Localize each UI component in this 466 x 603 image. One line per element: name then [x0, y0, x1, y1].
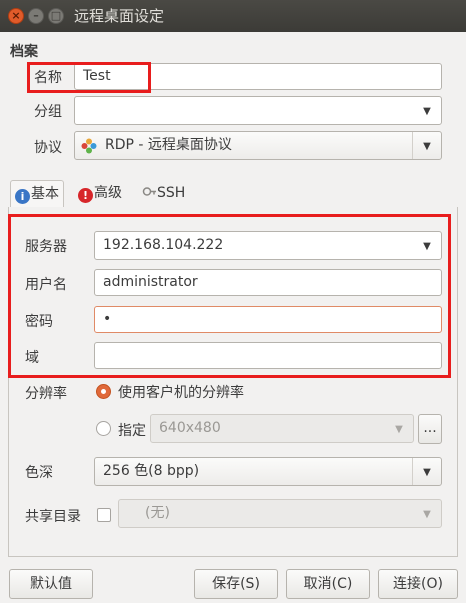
minimize-icon: – [33, 9, 39, 22]
chevron-down-icon: ▼ [412, 458, 441, 485]
basic-fields-highlight-box [8, 214, 451, 378]
save-button[interactable]: 保存(S) [194, 569, 278, 599]
info-icon: i [15, 189, 30, 204]
group-combo[interactable]: ▼ [74, 96, 442, 125]
connect-button[interactable]: 连接(O) [378, 569, 458, 599]
resolution-client-label: 使用客户机的分辨率 [118, 385, 244, 401]
color-depth-value: 256 色(8 bpp) [103, 463, 200, 479]
ssh-key-icon [142, 187, 156, 196]
default-button[interactable]: 默认值 [9, 569, 93, 599]
maximize-icon: □ [50, 9, 62, 22]
protocol-combo[interactable]: RDP - 远程桌面协议 ▼ [74, 131, 442, 160]
chevron-down-icon: ▼ [423, 106, 431, 117]
color-depth-label: 色深 [25, 465, 53, 481]
color-depth-combo[interactable]: 256 色(8 bpp) ▼ [94, 457, 442, 486]
cancel-button[interactable]: 取消(C) [286, 569, 370, 599]
close-icon: × [11, 9, 21, 22]
window-close-button[interactable]: × [8, 8, 24, 24]
protocol-label: 协议 [34, 140, 62, 156]
window-title: 远程桌面设定 [74, 7, 165, 25]
window-maximize-button[interactable]: □ [48, 8, 64, 24]
group-label: 分组 [34, 104, 62, 120]
tab-ssh-label: SSH [157, 185, 186, 201]
resolution-more-button[interactable]: ... [418, 414, 442, 444]
share-folder-value: (无) [145, 505, 170, 521]
resolution-custom-radio[interactable] [96, 421, 111, 436]
tab-basic-label: 基本 [31, 186, 59, 202]
resolution-label: 分辨率 [25, 386, 67, 402]
warning-icon: ! [78, 188, 93, 203]
tab-basic[interactable]: i 基本 [10, 180, 64, 208]
chevron-down-icon: ▼ [395, 424, 403, 435]
resolution-client-radio[interactable] [96, 384, 111, 399]
share-folder-checkbox[interactable] [97, 508, 111, 522]
tab-ssh[interactable]: SSH [138, 180, 189, 207]
chevron-down-icon: ▼ [412, 132, 441, 159]
resolution-custom-label: 指定 [118, 423, 146, 439]
title-bar: × – □ 远程桌面设定 [0, 0, 466, 32]
share-folder-combo[interactable]: (无) ▼ [118, 499, 442, 528]
name-highlight-box [27, 62, 151, 93]
resolution-custom-value: 640x480 [159, 420, 221, 436]
resolution-custom-combo[interactable]: 640x480 ▼ [150, 414, 414, 443]
tab-advanced[interactable]: ! 高级 [74, 180, 126, 207]
share-folder-label: 共享目录 [25, 509, 81, 525]
protocol-combo-value: RDP - 远程桌面协议 [105, 137, 232, 153]
tab-advanced-label: 高级 [94, 185, 122, 201]
chevron-down-icon: ▼ [423, 509, 431, 520]
window-minimize-button[interactable]: – [28, 8, 44, 24]
rdp-protocol-icon [81, 138, 97, 154]
profile-section-heading: 档案 [10, 44, 38, 60]
